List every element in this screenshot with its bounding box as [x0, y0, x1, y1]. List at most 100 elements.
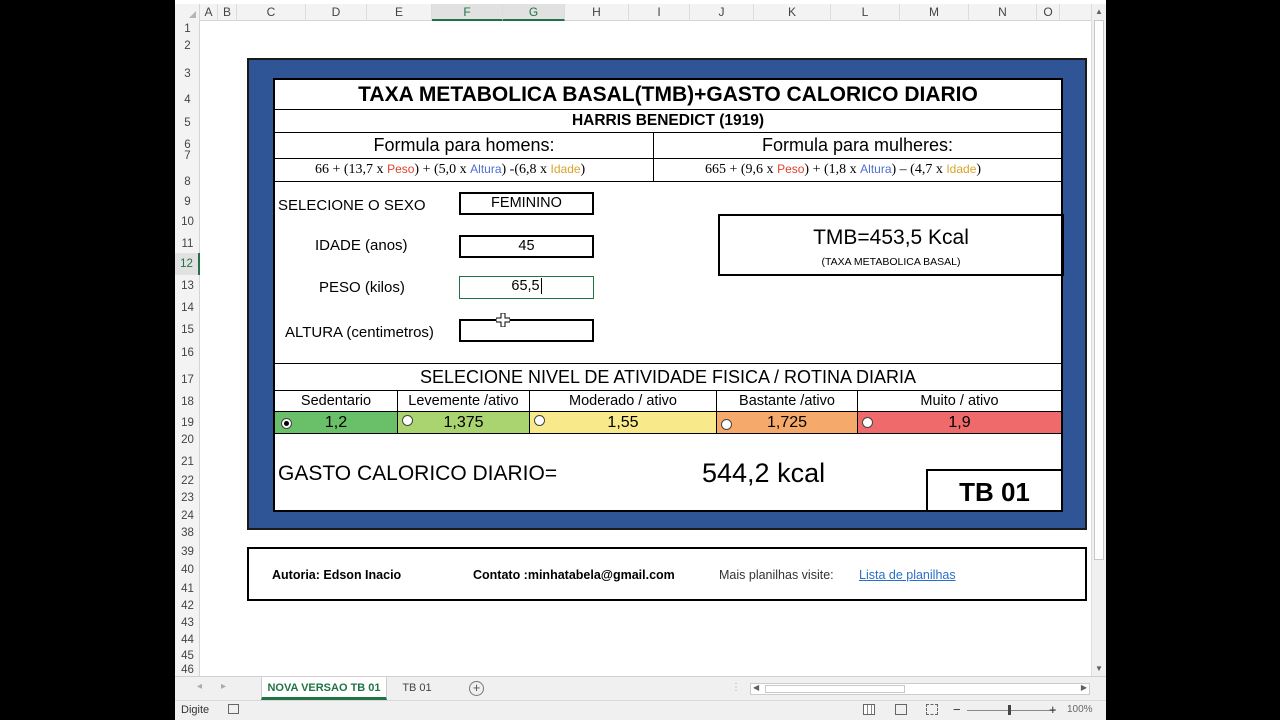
- age-input[interactable]: 45: [459, 235, 594, 258]
- col-header-b[interactable]: B: [218, 4, 237, 21]
- col-header-m[interactable]: M: [900, 4, 969, 21]
- col-header-j[interactable]: J: [690, 4, 754, 21]
- normal-view-icon[interactable]: [863, 704, 875, 715]
- row-header[interactable]: 14: [175, 297, 200, 319]
- activity-radio[interactable]: [721, 419, 732, 430]
- scroll-up-icon[interactable]: ▲: [1095, 7, 1103, 16]
- select-all-corner[interactable]: [175, 4, 200, 21]
- activity-radio[interactable]: [862, 417, 873, 428]
- col-header-f[interactable]: F: [432, 4, 503, 21]
- height-input[interactable]: [459, 319, 594, 342]
- cell-grid[interactable]: TAXA METABOLICA BASAL(TMB)+GASTO CALORIC…: [200, 21, 1091, 676]
- formula-men-idade: Idade: [550, 162, 581, 176]
- activity-radio[interactable]: [534, 415, 545, 426]
- row-header[interactable]: 39: [175, 541, 200, 558]
- row-header-selected[interactable]: 12: [175, 253, 200, 275]
- row-header[interactable]: 38: [175, 524, 200, 541]
- col-header-o[interactable]: O: [1037, 4, 1060, 21]
- row-header[interactable]: 8: [175, 159, 200, 193]
- row-header[interactable]: 44: [175, 629, 200, 646]
- zoom-level[interactable]: 100%: [1067, 704, 1093, 715]
- row-header[interactable]: 3: [175, 55, 200, 86]
- tab-nova-versao[interactable]: NOVA VERSAO TB 01: [261, 677, 387, 700]
- row-header[interactable]: 2: [175, 38, 200, 55]
- col-header-g[interactable]: G: [503, 4, 565, 21]
- row-header[interactable]: 11: [175, 236, 200, 253]
- page-layout-icon[interactable]: [895, 704, 907, 715]
- activity-radio-selected[interactable]: [281, 418, 292, 429]
- row-header[interactable]: 13: [175, 275, 200, 297]
- row-header[interactable]: 24: [175, 507, 200, 524]
- col-header-i[interactable]: I: [629, 4, 690, 21]
- status-mode: Digite: [181, 704, 210, 716]
- row-header[interactable]: 22: [175, 471, 200, 489]
- calculator-frame: TAXA METABOLICA BASAL(TMB)+GASTO CALORIC…: [247, 58, 1087, 530]
- scroll-down-icon[interactable]: ▼: [1095, 664, 1103, 673]
- tab-tb01[interactable]: TB 01: [391, 677, 443, 700]
- col-header-l[interactable]: L: [831, 4, 900, 21]
- col-header-e[interactable]: E: [367, 4, 432, 21]
- row-header[interactable]: 18: [175, 388, 200, 412]
- zoom-in-icon[interactable]: +: [1049, 702, 1057, 717]
- row-header[interactable]: 16: [175, 341, 200, 366]
- row-header[interactable]: 19: [175, 412, 200, 434]
- column-header-bar: A B C D E F G H I J K L M N O: [175, 4, 1091, 21]
- activity-name: Levemente /ativo: [398, 391, 529, 412]
- row-header[interactable]: 5: [175, 108, 200, 131]
- zoom-slider-thumb[interactable]: [1008, 705, 1011, 715]
- row-header[interactable]: 21: [175, 447, 200, 471]
- hscroll-thumb[interactable]: [765, 685, 905, 693]
- row-header[interactable]: 1: [175, 21, 200, 38]
- row-header[interactable]: 9: [175, 193, 200, 208]
- zoom-slider[interactable]: [967, 710, 1055, 711]
- split-handle-icon[interactable]: ⋮: [731, 682, 741, 693]
- row-header[interactable]: 43: [175, 612, 200, 629]
- sheets-link[interactable]: Lista de planilhas: [859, 568, 956, 582]
- macro-record-icon[interactable]: [228, 704, 239, 714]
- scroll-left-icon[interactable]: ◀: [753, 683, 759, 692]
- zoom-out-icon[interactable]: −: [953, 702, 961, 717]
- col-header-d[interactable]: D: [306, 4, 367, 21]
- col-header-k[interactable]: K: [754, 4, 831, 21]
- row-header[interactable]: 23: [175, 489, 200, 507]
- tab-prev-icon[interactable]: ◂: [197, 681, 202, 692]
- row-header[interactable]: 46: [175, 661, 200, 676]
- activity-muito[interactable]: Muito / ativo 1,9: [858, 391, 1061, 433]
- col-header-a[interactable]: A: [200, 4, 218, 21]
- sex-select[interactable]: FEMININO: [459, 192, 594, 215]
- col-header-h[interactable]: H: [565, 4, 629, 21]
- row-header[interactable]: 45: [175, 646, 200, 662]
- row-header[interactable]: 42: [175, 595, 200, 612]
- add-sheet-icon[interactable]: +: [469, 681, 484, 696]
- tab-next-icon[interactable]: ▸: [221, 681, 226, 692]
- status-bar: Digite − + 100%: [175, 700, 1106, 720]
- col-header-c[interactable]: C: [237, 4, 306, 21]
- horizontal-scrollbar[interactable]: ◀ ▶: [750, 683, 1090, 695]
- footer-box: Autoria: Edson Inacio Contato :minhatabe…: [247, 547, 1087, 601]
- activity-sedentario[interactable]: Sedentario 1,2: [275, 391, 398, 433]
- activity-name: Sedentario: [275, 391, 397, 412]
- row-header[interactable]: 10: [175, 208, 200, 236]
- row-header[interactable]: 20: [175, 434, 200, 447]
- formula-women: 665 + (9,6 x Peso) + (1,8 x Altura) – (4…: [705, 162, 982, 177]
- code-box: TB 01: [926, 469, 1061, 511]
- col-header-n[interactable]: N: [969, 4, 1037, 21]
- row-header[interactable]: 40: [175, 558, 200, 578]
- row-header[interactable]: 41: [175, 578, 200, 595]
- scroll-right-icon[interactable]: ▶: [1081, 683, 1087, 692]
- weight-input[interactable]: 65,5: [459, 276, 594, 299]
- vertical-scrollbar[interactable]: ▲ ▼: [1091, 4, 1106, 676]
- row-header[interactable]: 17: [175, 366, 200, 388]
- activity-radio[interactable]: [402, 415, 413, 426]
- page-break-icon[interactable]: [926, 704, 938, 715]
- activity-moderado[interactable]: Moderado / ativo 1,55: [530, 391, 717, 433]
- spreadsheet-window: A B C D E F G H I J K L M N O 1 2 3 4 5 …: [175, 0, 1106, 720]
- scroll-thumb[interactable]: [1094, 20, 1104, 560]
- cell-cursor-icon: [496, 313, 510, 327]
- weight-label: PESO (kilos): [319, 279, 405, 296]
- row-header[interactable]: 4: [175, 86, 200, 108]
- activity-bastante[interactable]: Bastante /ativo 1,725: [717, 391, 858, 433]
- row-header[interactable]: 15: [175, 319, 200, 341]
- tmb-result-box: TMB=453,5 Kcal (TAXA METABOLICA BASAL): [718, 214, 1064, 276]
- activity-levemente[interactable]: Levemente /ativo 1,375: [398, 391, 530, 433]
